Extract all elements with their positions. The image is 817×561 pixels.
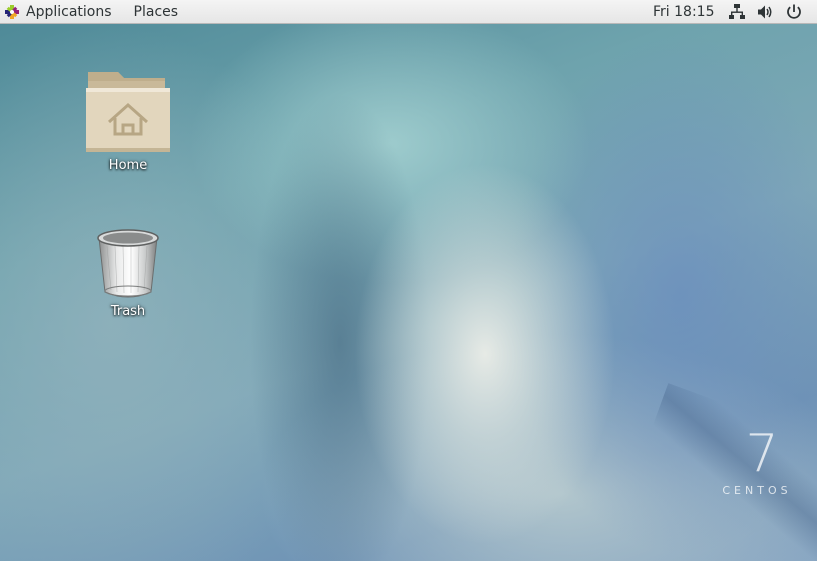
centos-version-number: 7 (745, 424, 779, 484)
desktop-screen: Home Trash 7 CENTOS Applications Places … (0, 0, 817, 561)
places-menu-label: Places (133, 3, 179, 20)
desktop-icon-trash[interactable]: Trash (78, 226, 178, 319)
desktop-icon-label: Trash (110, 304, 146, 319)
desktop-icon-label: Home (108, 158, 148, 173)
volume-icon[interactable] (756, 3, 774, 21)
network-icon[interactable] (728, 3, 746, 21)
top-panel: Applications Places Fri 18:15 (0, 0, 817, 24)
power-icon[interactable] (785, 3, 803, 21)
desktop-icon-home[interactable]: Home (78, 68, 178, 173)
desktop-wallpaper[interactable]: Home Trash 7 CENTOS (0, 24, 817, 561)
applications-menu-button[interactable]: Applications (0, 0, 117, 24)
applications-menu-label: Applications (26, 3, 112, 20)
centos-logo-icon (5, 4, 19, 19)
centos-wordmark: CENTOS (722, 484, 792, 497)
home-folder-icon (86, 72, 170, 152)
places-menu-button[interactable]: Places (129, 0, 184, 24)
centos-watermark: 7 CENTOS (712, 428, 802, 497)
trash-icon (97, 229, 159, 298)
clock-button[interactable]: Fri 18:15 (653, 0, 714, 24)
